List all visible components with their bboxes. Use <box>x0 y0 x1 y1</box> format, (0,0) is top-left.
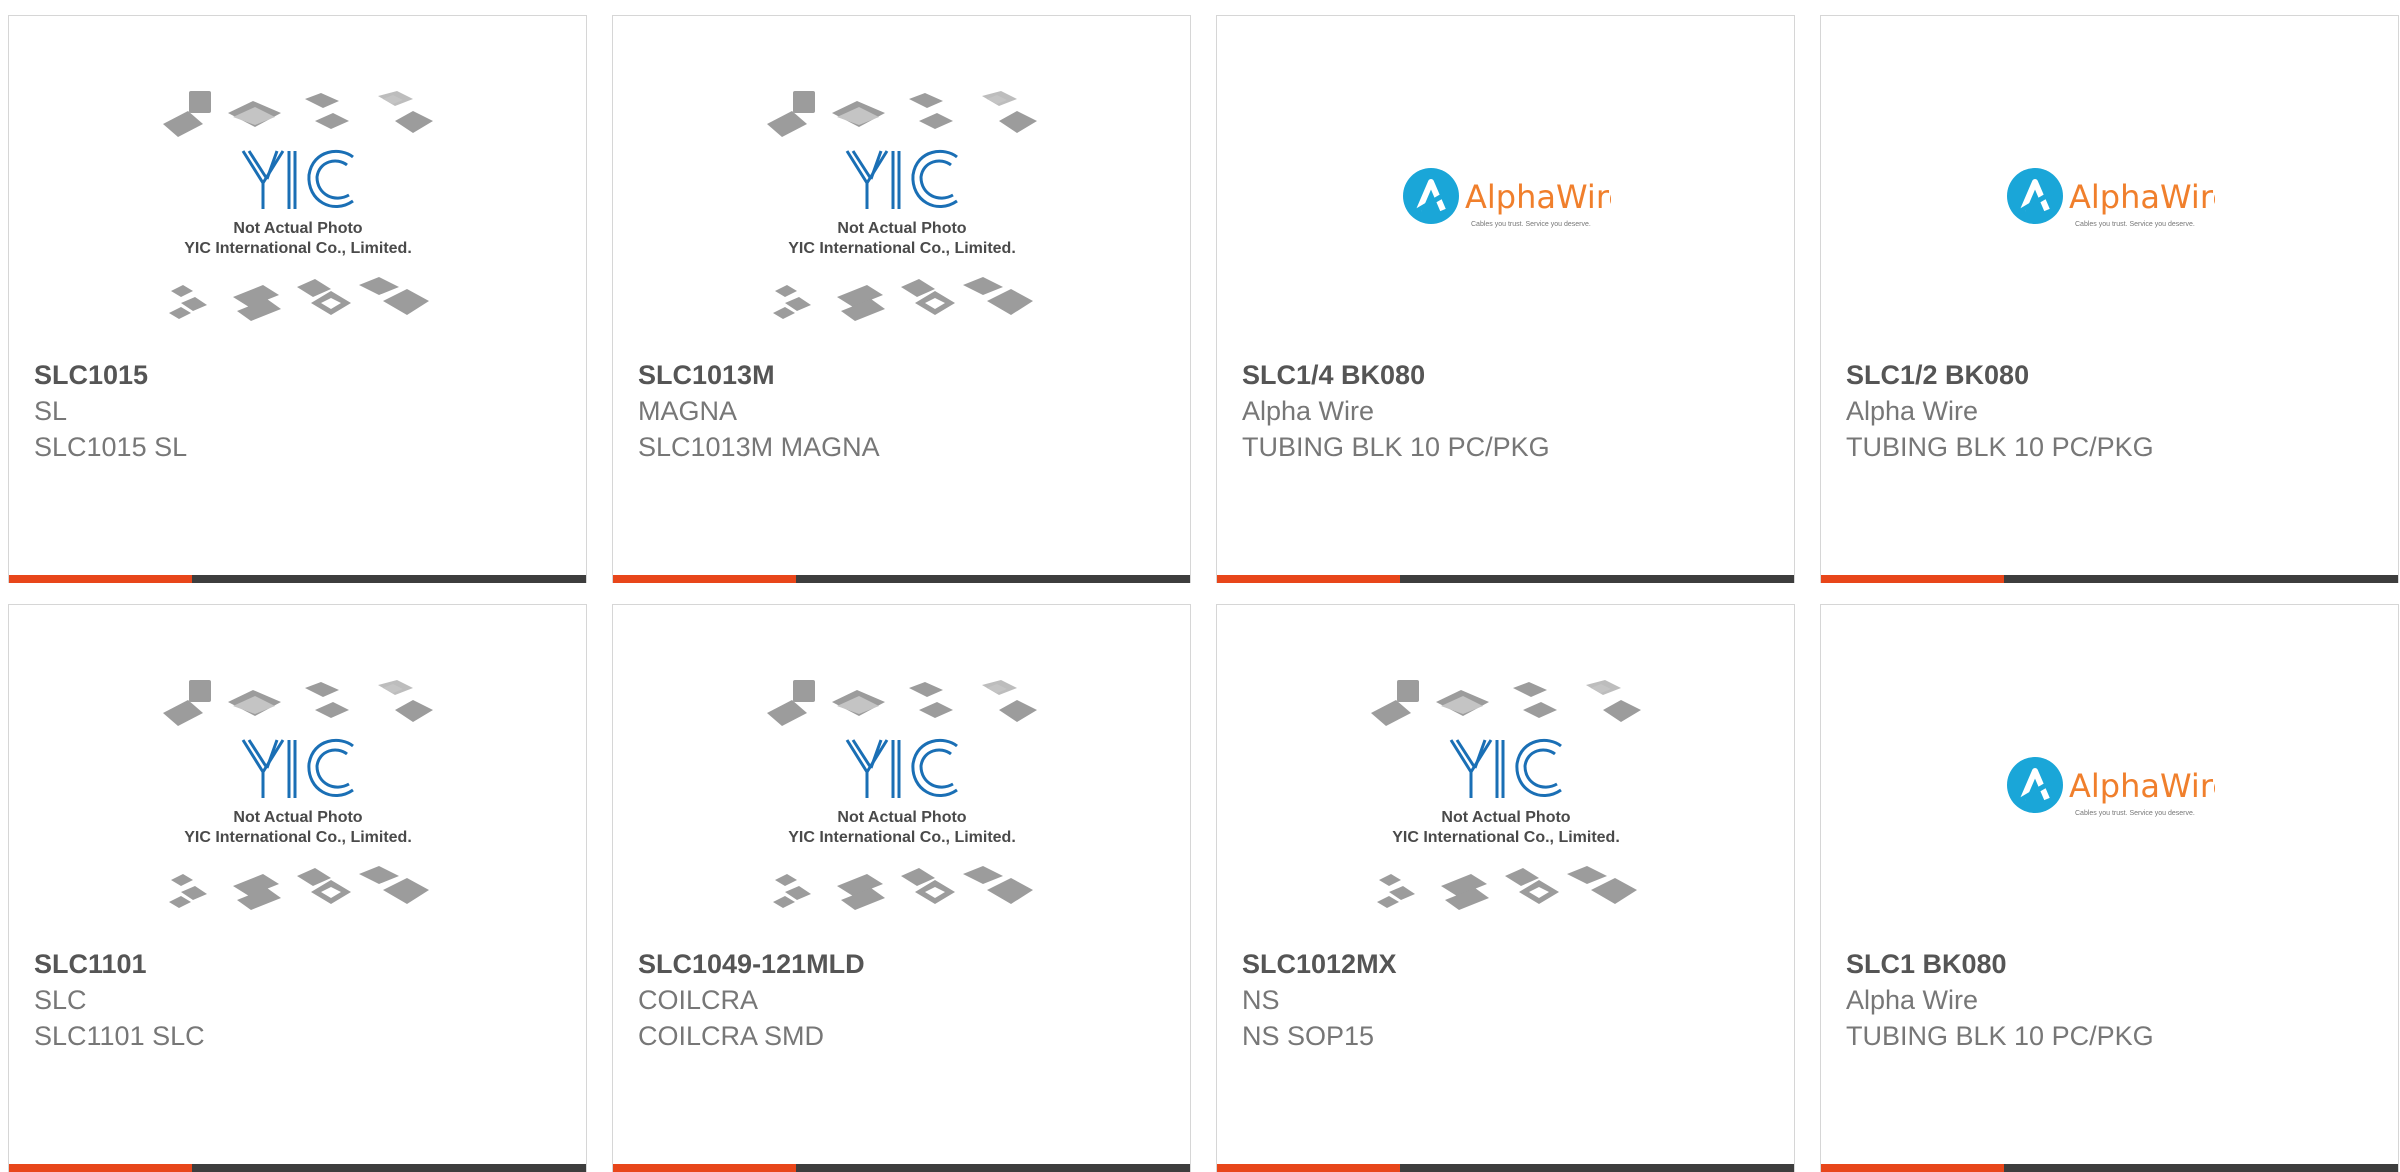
product-info: SLC1/4 BK080 Alpha Wire TUBING BLK 10 PC/P… <box>1242 357 1774 465</box>
product-card[interactable]: AlphaWire Cables you trust. Service you … <box>1820 604 2399 1172</box>
manufacturer-label: Alpha Wire <box>1846 985 1979 1015</box>
yic-placeholder-icon: Not Actual Photo YIC International Co., … <box>766 91 1037 321</box>
description-label: SLC1015 SL <box>34 432 188 462</box>
alphawire-logo-icon: AlphaWire Cables you trust. Service you … <box>2006 168 2215 228</box>
alphawire-tagline: Cables you trust. Service you deserve. <box>1471 221 1591 228</box>
yic-placeholder-icon: Not Actual Photo YIC International Co., … <box>766 680 1037 910</box>
description-label: NS SOP15 <box>1242 1021 1375 1051</box>
alphawire-brand: AlphaWire <box>1465 178 1611 216</box>
card-accent-bar <box>1217 575 1400 583</box>
placeholder-caption-line1: Not Actual Photo <box>233 220 362 237</box>
placeholder-caption-line1: Not Actual Photo <box>837 220 966 237</box>
placeholder-caption-line1: Not Actual Photo <box>233 809 362 826</box>
manufacturer-label: SLC <box>34 985 87 1015</box>
product-image[interactable]: Not Actual Photo YIC International Co., … <box>1217 680 1794 950</box>
yic-placeholder-icon: Not Actual Photo YIC International Co., … <box>162 91 433 321</box>
description-label: TUBING BLK 10 PC/PKG <box>1846 1021 2154 1051</box>
product-card[interactable]: Not Actual Photo YIC International Co., … <box>612 604 1191 1172</box>
card-accent-bar <box>1821 1164 2004 1172</box>
card-bottom-bar <box>1821 1164 2398 1172</box>
part-number-link[interactable]: SLC1012MX <box>1242 946 1774 982</box>
manufacturer-label: MAGNA <box>638 396 738 426</box>
manufacturer-label: Alpha Wire <box>1242 396 1375 426</box>
product-info: SLC1015 SL SLC1015 SL <box>34 357 566 465</box>
description-label: TUBING BLK 10 PC/PKG <box>1846 432 2154 462</box>
product-image[interactable]: AlphaWire Cables you trust. Service you … <box>1217 91 1794 361</box>
part-number-link[interactable]: SLC1049-121MLD <box>638 946 1170 982</box>
product-info: SLC1012MX NS NS SOP15 <box>1242 946 1774 1054</box>
product-image[interactable]: AlphaWire Cables you trust. Service you … <box>1821 91 2398 361</box>
description-label: SLC1013M MAGNA <box>638 432 880 462</box>
placeholder-caption-line2: YIC International Co., Limited. <box>1392 829 1620 846</box>
product-image[interactable]: Not Actual Photo YIC International Co., … <box>9 91 586 361</box>
product-image[interactable]: Not Actual Photo YIC International Co., … <box>9 680 586 950</box>
product-card[interactable]: AlphaWire Cables you trust. Service you … <box>1820 15 2399 583</box>
product-grid: Not Actual Photo YIC International Co., … <box>8 15 2400 1172</box>
part-number-link[interactable]: SLC1 BK080 <box>1846 946 2378 982</box>
description-label: SLC1101 SLC <box>34 1021 205 1051</box>
product-card[interactable]: Not Actual Photo YIC International Co., … <box>8 604 587 1172</box>
alphawire-brand: AlphaWire <box>2069 178 2215 216</box>
product-image[interactable]: AlphaWire Cables you trust. Service you … <box>1821 680 2398 950</box>
product-info: SLC1049-121MLD COILCRA COILCRA SMD <box>638 946 1170 1054</box>
product-card[interactable]: Not Actual Photo YIC International Co., … <box>612 15 1191 583</box>
card-bottom-bar <box>613 575 1190 583</box>
part-number-link[interactable]: SLC1015 <box>34 357 566 393</box>
manufacturer-label: NS <box>1242 985 1280 1015</box>
card-accent-bar <box>613 575 796 583</box>
part-number-link[interactable]: SLC1/2 BK080 <box>1846 357 2378 393</box>
product-card[interactable]: Not Actual Photo YIC International Co., … <box>8 15 587 583</box>
part-number-link[interactable]: SLC1013M <box>638 357 1170 393</box>
alphawire-logo-icon: AlphaWire Cables you trust. Service you … <box>2006 757 2215 817</box>
placeholder-caption-line2: YIC International Co., Limited. <box>184 240 412 257</box>
card-accent-bar <box>613 1164 796 1172</box>
yic-placeholder-icon: Not Actual Photo YIC International Co., … <box>1370 680 1641 910</box>
description-label: COILCRA SMD <box>638 1021 825 1051</box>
product-image[interactable]: Not Actual Photo YIC International Co., … <box>613 680 1190 950</box>
alphawire-tagline: Cables you trust. Service you deserve. <box>2075 221 2195 228</box>
card-bottom-bar <box>9 1164 586 1172</box>
card-accent-bar <box>1821 575 2004 583</box>
placeholder-caption-line2: YIC International Co., Limited. <box>184 829 412 846</box>
alphawire-tagline: Cables you trust. Service you deserve. <box>2075 810 2195 817</box>
product-info: SLC1013M MAGNA SLC1013M MAGNA <box>638 357 1170 465</box>
product-info: SLC1/2 BK080 Alpha Wire TUBING BLK 10 PC/P… <box>1846 357 2378 465</box>
manufacturer-label: SL <box>34 396 68 426</box>
card-bottom-bar <box>1217 1164 1794 1172</box>
card-accent-bar <box>9 575 192 583</box>
card-bottom-bar <box>1217 575 1794 583</box>
description-label: TUBING BLK 10 PC/PKG <box>1242 432 1550 462</box>
card-bottom-bar <box>613 1164 1190 1172</box>
placeholder-caption-line2: YIC International Co., Limited. <box>788 829 1016 846</box>
placeholder-caption-line1: Not Actual Photo <box>1441 809 1570 826</box>
card-accent-bar <box>9 1164 192 1172</box>
product-info: SLC1 BK080 Alpha Wire TUBING BLK 10 PC/PKG <box>1846 946 2378 1054</box>
card-bottom-bar <box>1821 575 2398 583</box>
manufacturer-label: COILCRA <box>638 985 759 1015</box>
product-image[interactable]: Not Actual Photo YIC International Co., … <box>613 91 1190 361</box>
product-card[interactable]: Not Actual Photo YIC International Co., … <box>1216 604 1795 1172</box>
part-number-link[interactable]: SLC1/4 BK080 <box>1242 357 1774 393</box>
yic-placeholder-icon: Not Actual Photo YIC International Co., … <box>162 680 433 910</box>
card-bottom-bar <box>9 575 586 583</box>
manufacturer-label: Alpha Wire <box>1846 396 1979 426</box>
alphawire-logo-icon: AlphaWire Cables you trust. Service you … <box>1402 168 1611 228</box>
card-accent-bar <box>1217 1164 1400 1172</box>
part-number-link[interactable]: SLC1101 <box>34 946 566 982</box>
placeholder-caption-line1: Not Actual Photo <box>837 809 966 826</box>
product-card[interactable]: AlphaWire Cables you trust. Service you … <box>1216 15 1795 583</box>
product-info: SLC1101 SLC SLC1101 SLC <box>34 946 566 1054</box>
alphawire-brand: AlphaWire <box>2069 767 2215 805</box>
placeholder-caption-line2: YIC International Co., Limited. <box>788 240 1016 257</box>
